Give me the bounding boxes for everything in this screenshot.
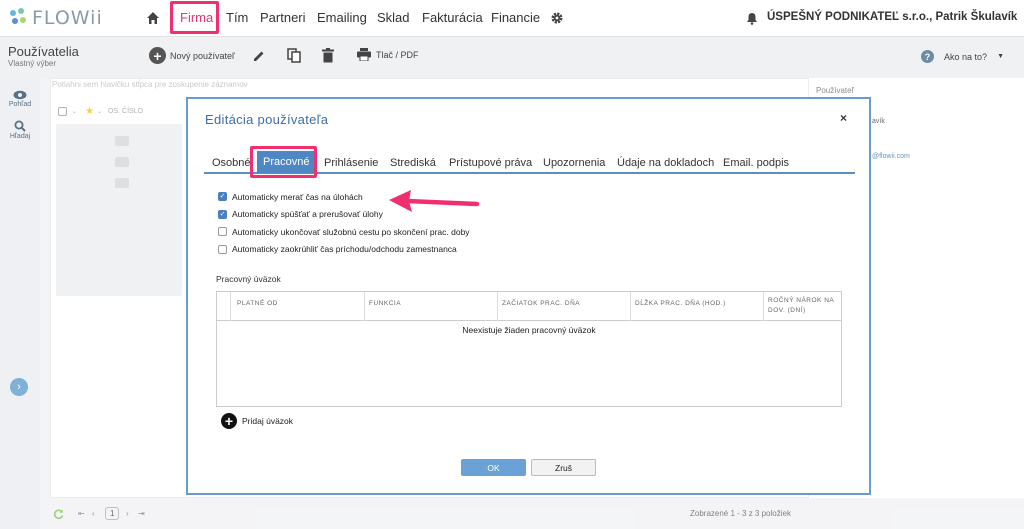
page-subtitle: Vlastný výber [8, 59, 57, 68]
ok-button[interactable]: OK [461, 459, 526, 476]
cancel-button[interactable]: Zruš [531, 459, 596, 476]
eye-icon [13, 90, 27, 100]
new-user-button[interactable]: + Nový používateľ [149, 47, 235, 64]
copy-icon[interactable] [287, 48, 301, 63]
page-title: Používatelia [8, 44, 79, 59]
checkbox-label: Automaticky merať čas na úlohách [232, 191, 363, 202]
table-header-rocny-narok[interactable]: ROČNÝ NÁROK NA DOV. (DNÍ) [764, 292, 841, 321]
left-sidebar: Pohľad Hľadaj › [0, 78, 40, 529]
tab-pristupove-prava[interactable]: Prístupové práva [449, 157, 532, 169]
checkbox-label: Automaticky zaokrúhliť čas príchodu/odch… [232, 244, 457, 255]
tab-udaje-na-dokladoch[interactable]: Údaje na dokladoch [617, 157, 714, 169]
plus-icon: + [149, 47, 166, 64]
nav-item-emailing[interactable]: Emailing [317, 10, 367, 25]
print-button[interactable]: Tlač / PDF [357, 48, 419, 61]
flowii-logo-icon [8, 8, 28, 28]
section-title-work-contract: Pracovný úväzok [216, 274, 281, 284]
printer-icon [357, 48, 371, 61]
checkbox-label: Automaticky spúšťať a prerušovať úlohy [232, 209, 383, 220]
nav-item-fakturacia[interactable]: Fakturácia [422, 10, 483, 25]
checkbox-checked[interactable]: ✓ [218, 209, 227, 219]
home-icon[interactable] [146, 11, 160, 25]
work-contract-table: PLATNÉ OD FUNKCIA ZAČIATOK PRAC. DŇA DĹŽ… [216, 291, 842, 407]
nav-item-sklad[interactable]: Sklad [377, 10, 410, 25]
logo[interactable]: FLOWii [8, 7, 103, 29]
top-navigation: FLOWii Firma Tím Partneri Emailing Sklad… [0, 0, 1024, 37]
checkbox-label: Automaticky ukončovať služobnú cestu po … [232, 226, 470, 237]
table-header-zaciatok[interactable]: ZAČIATOK PRAC. DŇA [498, 292, 631, 321]
bell-icon[interactable] [746, 12, 758, 25]
plus-icon: + [221, 413, 237, 429]
help-dropdown[interactable]: ? Ako na to? ▼ [921, 50, 1004, 63]
sidebar-search-label: Hľadaj [9, 133, 31, 140]
sidebar-view-label: Pohľad [8, 101, 32, 108]
trash-icon[interactable] [322, 48, 334, 63]
new-user-label: Nový používateľ [170, 50, 235, 61]
checkbox-row[interactable]: Automaticky zaokrúhliť čas príchodu/odch… [218, 241, 470, 259]
highlight-box-pracovne [250, 146, 317, 178]
checkbox-unchecked[interactable] [218, 227, 227, 237]
table-header-cell [217, 292, 231, 321]
table-header-row: PLATNÉ OD FUNKCIA ZAČIATOK PRAC. DŇA DĹŽ… [217, 292, 841, 321]
add-contract-label: Pridaj úväzok [242, 416, 294, 426]
table-header-platne-od[interactable]: PLATNÉ OD [231, 292, 365, 321]
table-header-funkcia[interactable]: FUNKCIA [365, 292, 498, 321]
modal-title: Editácia používateľa [205, 112, 329, 127]
tab-osobne[interactable]: Osobné [212, 157, 251, 169]
tab-strediska[interactable]: Strediská [390, 157, 436, 169]
nav-item-financie[interactable]: Financie [491, 10, 540, 25]
nav-item-partneri[interactable]: Partneri [260, 10, 306, 25]
add-contract-button[interactable]: + Pridaj úväzok [221, 413, 293, 429]
question-icon: ? [921, 50, 935, 63]
table-empty-message: Neexistuje žiaden pracovný úväzok [462, 325, 596, 335]
annotation-arrow-icon [389, 190, 479, 212]
table-header-dlzka[interactable]: DĹŽKA PRAC. DŇA (HOD.) [631, 292, 764, 321]
checkbox-row[interactable]: Automaticky ukončovať služobnú cestu po … [218, 223, 470, 241]
tab-prihlasenie[interactable]: Prihlásenie [324, 157, 378, 169]
sidebar-item-search[interactable]: Hľadaj [0, 120, 40, 140]
close-icon[interactable]: × [840, 111, 847, 125]
nav-item-tim[interactable]: Tím [226, 10, 248, 25]
checkbox-checked[interactable]: ✓ [218, 192, 227, 202]
chevron-down-icon: ▼ [997, 53, 1004, 60]
print-label: Tlač / PDF [376, 49, 419, 60]
gear-icon[interactable] [550, 11, 564, 25]
pencil-icon[interactable] [252, 49, 266, 63]
logo-text: FLOWii [32, 7, 103, 29]
highlight-box-firma [170, 1, 219, 34]
checkbox-unchecked[interactable] [218, 244, 227, 254]
sidebar-item-view[interactable]: Pohľad [0, 90, 40, 108]
help-label: Ako na to? [944, 51, 988, 62]
tab-upozornenia[interactable]: Upozornenia [543, 157, 605, 169]
search-icon [14, 120, 26, 132]
tab-email-podpis[interactable]: Email. podpis [723, 157, 789, 169]
company-user-name[interactable]: ÚSPEŠNÝ PODNIKATEĽ s.r.o., Patrik Škulav… [767, 11, 1017, 23]
expand-arrow-icon[interactable]: › [10, 378, 28, 396]
